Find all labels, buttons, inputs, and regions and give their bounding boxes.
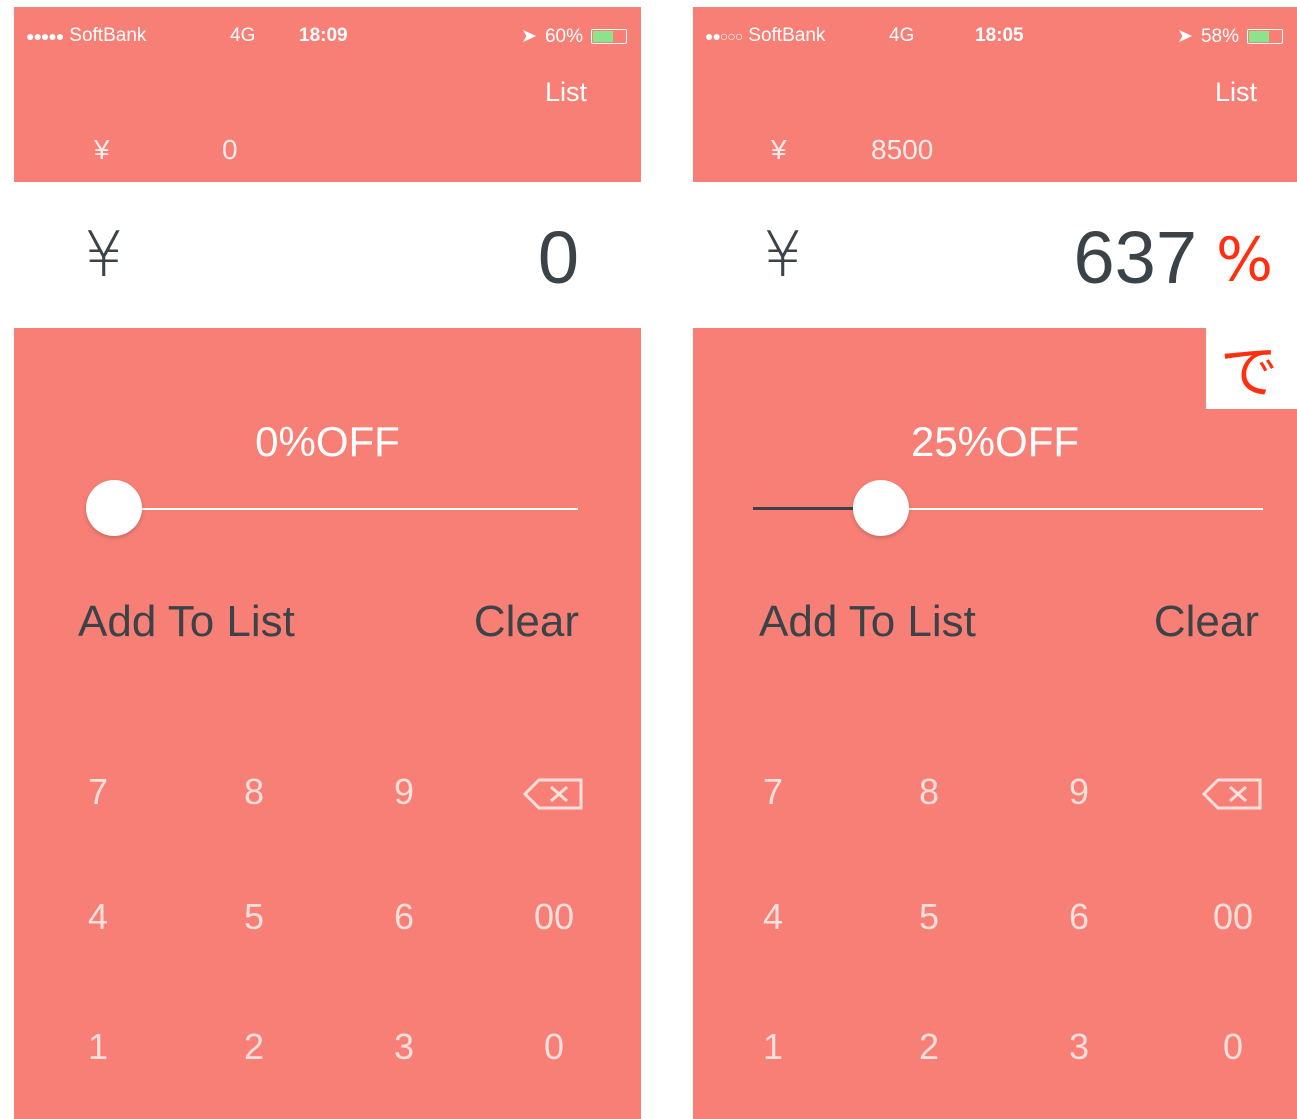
key-5[interactable]: 5	[889, 887, 969, 947]
key-00[interactable]: 00	[514, 887, 594, 947]
network-type: 4G	[230, 25, 256, 46]
slider-thumb[interactable]	[853, 480, 909, 536]
key-0[interactable]: 0	[1193, 1017, 1273, 1077]
key-8[interactable]: 8	[889, 762, 969, 822]
backspace-key[interactable]	[514, 762, 594, 822]
backspace-key[interactable]	[1193, 762, 1273, 822]
carrier-group: ●●●●● SoftBank	[26, 25, 146, 47]
key-8[interactable]: 8	[214, 762, 294, 822]
annotation-text-2: で	[1220, 338, 1279, 406]
phone-screen-right: ●●○○○ SoftBank 4G 18:05 ➤ 58% List ¥ 850…	[693, 7, 1297, 1119]
key-1[interactable]: 1	[733, 1017, 813, 1077]
phone-screen-left: ●●●●● SoftBank 4G 18:09 ➤ 60% List ¥ 0 ¥…	[14, 7, 641, 1119]
key-1[interactable]: 1	[58, 1017, 138, 1077]
total-currency: ¥	[94, 134, 110, 165]
location-icon: ➤	[1177, 26, 1193, 47]
status-time: 18:09	[299, 25, 348, 46]
total-currency: ¥	[771, 134, 787, 165]
key-6[interactable]: 6	[1039, 887, 1119, 947]
location-icon: ➤	[521, 26, 537, 47]
key-7[interactable]: 7	[733, 762, 813, 822]
discount-label: 0%OFF	[255, 418, 400, 465]
carrier-group: ●●○○○ SoftBank	[705, 25, 825, 47]
status-bar: ●●●●● SoftBank 4G 18:09 ➤ 60%	[14, 7, 641, 59]
status-right: ➤ 60%	[521, 25, 627, 48]
clear-button[interactable]: Clear	[1154, 597, 1259, 647]
amount-value: 0	[537, 216, 579, 299]
discount-slider[interactable]	[86, 480, 578, 536]
signal-indicator: ●●○○○	[705, 28, 743, 44]
total-value: 8500	[871, 134, 934, 165]
battery-icon	[591, 29, 627, 44]
annotation-text-1: %	[1216, 225, 1274, 295]
key-0[interactable]: 0	[514, 1017, 594, 1077]
key-3[interactable]: 3	[364, 1017, 444, 1077]
battery-percent: 58%	[1200, 25, 1239, 47]
key-9[interactable]: 9	[1039, 762, 1119, 822]
signal-indicator: ●●●●●	[26, 28, 64, 44]
currency-symbol: ¥	[763, 218, 803, 291]
key-6[interactable]: 6	[364, 887, 444, 947]
backspace-icon	[1202, 778, 1262, 810]
discount-label: 25%OFF	[910, 418, 1080, 465]
total-value: 0	[222, 134, 238, 165]
list-button[interactable]: List	[545, 77, 587, 108]
key-2[interactable]: 2	[214, 1017, 294, 1077]
slider-thumb[interactable]	[86, 480, 142, 536]
status-time: 18:05	[975, 25, 1024, 46]
add-to-list-button[interactable]: Add To List	[759, 597, 976, 647]
key-5[interactable]: 5	[214, 887, 294, 947]
add-to-list-button[interactable]: Add To List	[78, 597, 295, 647]
battery-icon	[1247, 29, 1283, 44]
key-00[interactable]: 00	[1193, 887, 1273, 947]
key-2[interactable]: 2	[889, 1017, 969, 1077]
clear-button[interactable]: Clear	[474, 597, 579, 647]
key-3[interactable]: 3	[1039, 1017, 1119, 1077]
backspace-icon	[523, 778, 583, 810]
key-9[interactable]: 9	[364, 762, 444, 822]
status-bar: ●●○○○ SoftBank 4G 18:05 ➤ 58%	[693, 7, 1297, 59]
key-7[interactable]: 7	[58, 762, 138, 822]
carrier-name: SoftBank	[69, 25, 147, 46]
amount-display: ¥ 0	[14, 182, 641, 328]
network-type: 4G	[889, 25, 915, 46]
annotation-callout: % で	[1206, 209, 1297, 409]
currency-symbol: ¥	[84, 218, 124, 291]
list-button[interactable]: List	[1215, 77, 1257, 108]
carrier-name: SoftBank	[748, 25, 826, 46]
key-4[interactable]: 4	[733, 887, 813, 947]
status-right: ➤ 58%	[1177, 25, 1283, 48]
discount-slider[interactable]	[753, 480, 1263, 536]
battery-percent: 60%	[544, 25, 583, 47]
slider-track	[86, 508, 578, 510]
amount-value: 637	[1073, 216, 1197, 299]
key-4[interactable]: 4	[58, 887, 138, 947]
